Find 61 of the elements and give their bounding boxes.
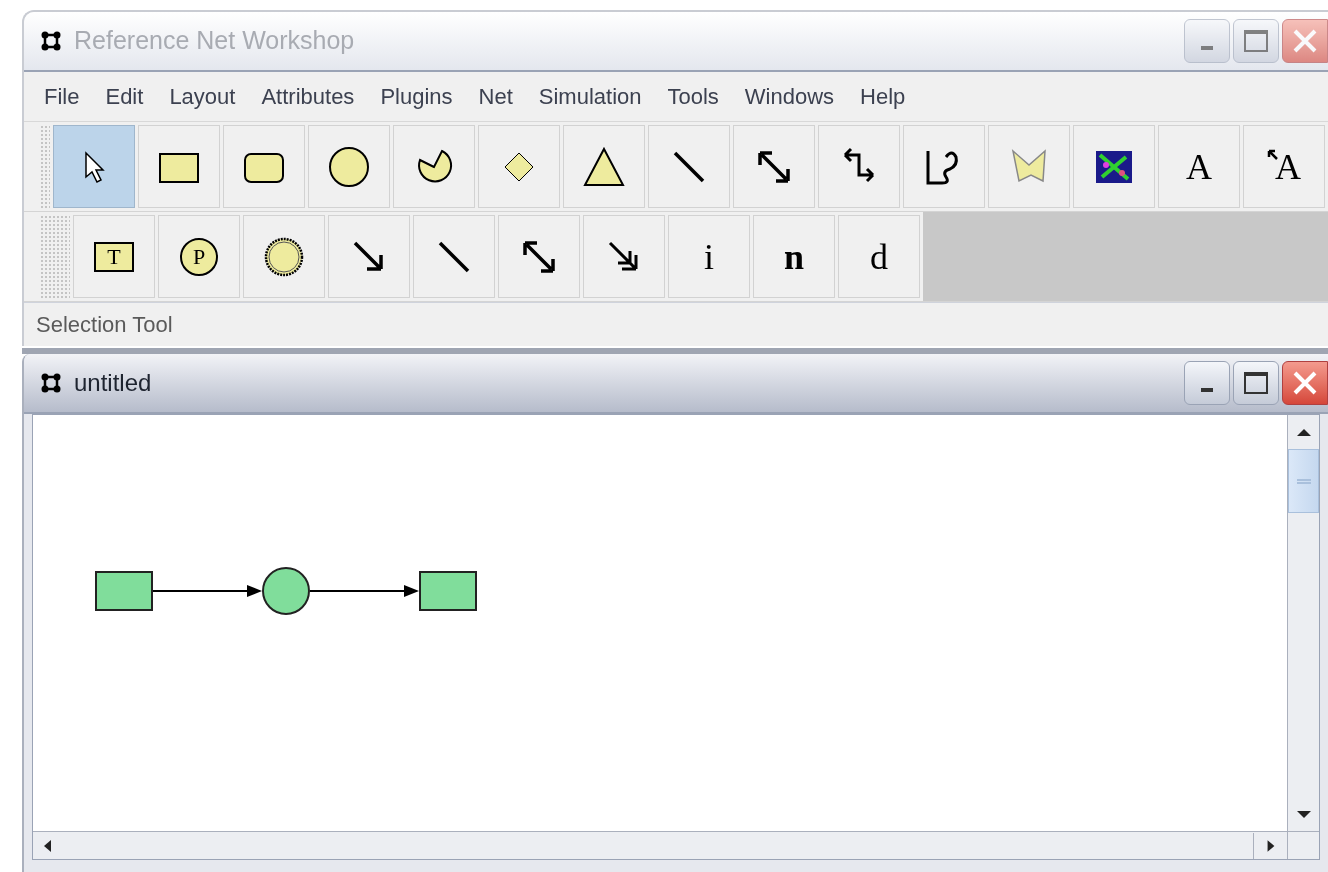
tool-button[interactable]: i [668,215,750,298]
tool-button[interactable] [393,125,475,208]
app-icon [40,30,62,52]
tool-button[interactable] [413,215,495,298]
tool-button[interactable] [583,215,665,298]
tool-button[interactable] [243,215,325,298]
close-button[interactable] [1282,19,1328,63]
app-icon [40,372,62,394]
tool-button[interactable]: A [1158,125,1240,208]
menu-item[interactable]: Attributes [261,80,355,113]
tool-button[interactable] [328,215,410,298]
tool-button[interactable]: d [838,215,920,298]
maximize-button[interactable] [1233,361,1279,405]
menu-item[interactable]: Help [860,80,906,113]
menu-item[interactable]: Edit [105,80,144,113]
letter-icon: i [704,238,714,275]
circle-icon [327,144,371,189]
tool-button[interactable]: A [1243,125,1325,208]
tool-button[interactable]: T [73,215,155,298]
tool-button[interactable] [818,125,900,208]
toolbar-grip[interactable] [40,215,70,298]
close-icon [1292,370,1318,396]
close-icon [1292,28,1318,54]
menu-item[interactable]: File [44,80,80,113]
minimize-icon [1201,46,1213,50]
transition-node [95,571,153,611]
maximize-icon [1244,372,1268,394]
tool-button[interactable] [733,125,815,208]
circled-letter-icon: P [180,237,218,276]
tool-button[interactable] [903,125,985,208]
tool-button[interactable] [1073,125,1155,208]
tool-button[interactable] [308,125,390,208]
status-text: Selection Tool [36,311,173,339]
window-title: untitled [74,368,152,398]
menu-item[interactable]: Simulation [538,80,642,113]
menu-item[interactable]: Net [478,80,513,113]
tool-button[interactable]: n [753,215,835,298]
tool-button[interactable] [498,215,580,298]
menu-item[interactable]: Tools [667,80,719,113]
tool-button[interactable] [563,125,645,208]
menu-item[interactable]: Plugins [380,80,453,113]
transition-node [419,571,477,611]
maximize-icon [1244,30,1268,52]
scroll-thumb[interactable] [1288,449,1319,513]
letter-icon: d [870,238,888,275]
vertical-scrollbar[interactable] [1287,415,1319,831]
place-node [262,567,310,615]
tool-button[interactable] [223,125,305,208]
tool-button[interactable] [138,125,220,208]
minimize-button[interactable] [1184,361,1230,405]
window-title: Reference Net Workshop [74,25,355,57]
menu-item[interactable]: Windows [744,80,835,113]
toolbar-grip[interactable] [40,125,50,208]
tool-button[interactable]: P [158,215,240,298]
close-button[interactable] [1282,361,1328,405]
minimize-icon [1201,388,1213,392]
bold-letter-icon: n [784,238,804,275]
text-box-icon: T [94,241,134,272]
menu-item[interactable]: Layout [169,80,236,113]
letter-icon: A [1186,148,1212,185]
tool-button[interactable] [648,125,730,208]
